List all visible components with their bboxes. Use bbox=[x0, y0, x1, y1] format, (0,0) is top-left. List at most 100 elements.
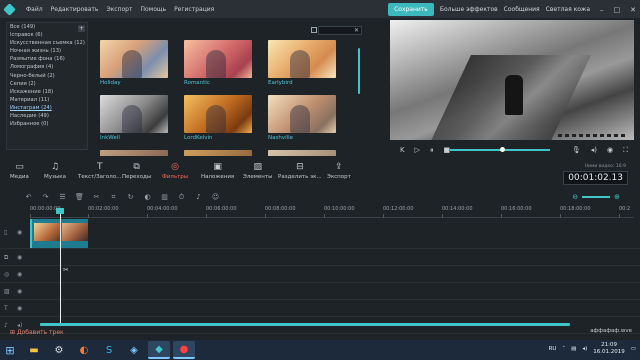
aspect-ratio-label: Ними видео: 16:9 bbox=[584, 164, 626, 169]
menu-file[interactable]: Файл bbox=[26, 6, 43, 13]
filter-thumbnail bbox=[184, 95, 252, 133]
record-voice-icon[interactable]: ☺ bbox=[207, 193, 224, 201]
filter-card[interactable]: Nashville bbox=[268, 95, 338, 141]
video-clip[interactable] bbox=[30, 219, 88, 248]
delete-icon[interactable]: 🗑 bbox=[71, 193, 88, 201]
category-item[interactable]: Черно-белый (2) bbox=[7, 72, 87, 80]
category-item[interactable]: Искусственная съемка (12) bbox=[7, 39, 87, 47]
redo-icon[interactable]: ↷ bbox=[37, 193, 54, 201]
tab-elements[interactable]: ▨ Элементы bbox=[243, 162, 272, 180]
green-screen-icon[interactable]: ▥ bbox=[156, 193, 173, 201]
color-icon[interactable]: ◐ bbox=[139, 193, 156, 201]
snapshot-icon[interactable]: ◉ bbox=[607, 146, 613, 155]
timeline-ruler[interactable]: 00:00:00:00 00:02:00:00 00:04:00:00 00:0… bbox=[30, 206, 634, 218]
more-effects-link[interactable]: Больше эффектов bbox=[440, 6, 498, 13]
zoom-out-icon[interactable]: ⊖ bbox=[572, 193, 578, 201]
category-item[interactable]: Сепия (2) bbox=[7, 80, 87, 88]
clear-search-icon[interactable]: ✕ bbox=[354, 27, 359, 34]
minimize-icon[interactable]: – bbox=[600, 6, 604, 14]
tray-language[interactable]: RU bbox=[549, 346, 557, 352]
start-button-icon[interactable]: ⊞ bbox=[0, 340, 20, 360]
menu-help[interactable]: Помощь bbox=[140, 6, 166, 13]
taskbar-filmora-icon[interactable]: ◆ bbox=[148, 341, 170, 359]
menu-register[interactable]: Регистрация bbox=[174, 6, 214, 13]
light-skin-link[interactable]: Светлая кожа bbox=[546, 6, 590, 13]
scissors-icon[interactable]: ✂ bbox=[63, 266, 69, 274]
menu-export[interactable]: Экспорт bbox=[106, 6, 132, 13]
category-item[interactable]: Ломография (4) bbox=[7, 63, 87, 71]
category-item[interactable]: Искажение (18) bbox=[7, 88, 87, 96]
tab-music[interactable]: ♫ Музыка bbox=[44, 162, 66, 180]
taskbar-recorder-icon[interactable]: ● bbox=[173, 341, 195, 359]
undo-icon[interactable]: ↶ bbox=[20, 193, 37, 201]
category-item[interactable]: Все (149) bbox=[7, 23, 87, 31]
search-input[interactable]: ✕ bbox=[318, 26, 362, 35]
filter-scrollbar[interactable] bbox=[358, 48, 360, 94]
fullscreen-icon[interactable]: ⛶ bbox=[623, 146, 628, 155]
taskbar-explorer-icon[interactable]: ▬ bbox=[23, 341, 45, 359]
close-icon[interactable]: ✕ bbox=[630, 6, 636, 14]
taskbar-app-icon[interactable]: ◈ bbox=[123, 341, 145, 359]
visibility-icon[interactable]: ◉ bbox=[17, 305, 22, 312]
filter-card[interactable]: LordKelvin bbox=[184, 95, 254, 141]
category-item[interactable]: Материал (11) bbox=[7, 96, 87, 104]
filter-card[interactable]: InkWell bbox=[100, 95, 170, 141]
tab-overlays[interactable]: ▣ Наложения bbox=[201, 162, 234, 180]
menu-edit[interactable]: Редактировать bbox=[51, 6, 99, 13]
category-item[interactable]: Ісправок (6) bbox=[7, 31, 87, 39]
speed-icon[interactable]: ⏱ bbox=[173, 193, 190, 202]
visibility-icon[interactable]: ◉ bbox=[17, 254, 22, 261]
zoom-slider[interactable] bbox=[582, 196, 611, 198]
tab-media[interactable]: ▭ Медиа bbox=[10, 162, 29, 180]
cut-icon[interactable]: ✂ bbox=[88, 193, 105, 201]
filter-card[interactable] bbox=[268, 150, 338, 156]
notifications-icon[interactable]: ▭ bbox=[631, 346, 636, 352]
visibility-icon[interactable]: ◉ bbox=[17, 271, 22, 278]
zoom-in-icon[interactable]: ⊕ bbox=[614, 193, 620, 201]
settings-icon[interactable]: ☰ bbox=[54, 193, 71, 201]
tray-clock[interactable]: 21:09 16.01.2019 bbox=[593, 342, 625, 356]
previous-frame-icon[interactable]: K bbox=[400, 146, 405, 154]
tab-text[interactable]: T Текст/Заголо... bbox=[78, 162, 121, 180]
volume-icon[interactable]: ◂) bbox=[591, 146, 597, 155]
category-item[interactable]: Ночная жизнь (13) bbox=[7, 47, 87, 55]
tab-transitions[interactable]: ⧉ Переходы bbox=[122, 162, 151, 180]
category-item[interactable]: Избранное (0) bbox=[7, 120, 87, 128]
filter-card[interactable]: Romantic bbox=[184, 40, 254, 86]
visibility-icon[interactable]: ◉ bbox=[17, 229, 22, 236]
tray-volume-icon[interactable]: ◂) bbox=[582, 346, 587, 352]
microphone-icon[interactable]: 🎙 bbox=[572, 146, 581, 155]
filter-card[interactable]: Holiday bbox=[100, 40, 170, 86]
playhead[interactable] bbox=[60, 208, 61, 323]
preview-progress-handle[interactable] bbox=[500, 147, 505, 152]
text-icon: T bbox=[96, 162, 103, 172]
maximize-icon[interactable]: □ bbox=[614, 6, 621, 14]
taskbar-browser-icon[interactable]: ◐ bbox=[73, 341, 95, 359]
filter-card[interactable] bbox=[100, 150, 170, 156]
add-category-icon[interactable]: + bbox=[78, 25, 85, 32]
timeline-scrollbar[interactable] bbox=[40, 323, 570, 326]
audio-mixer-icon[interactable]: ♪ bbox=[190, 193, 207, 201]
pause-icon[interactable]: ⏸ bbox=[430, 146, 434, 155]
category-item-selected[interactable]: Инстаграм (24) bbox=[7, 104, 87, 112]
filter-card[interactable]: Earlybird bbox=[268, 40, 338, 86]
taskbar-skype-icon[interactable]: S bbox=[98, 341, 120, 359]
grid-view-icon[interactable] bbox=[311, 27, 317, 33]
category-item[interactable]: Размытие фона (16) bbox=[7, 55, 87, 63]
tray-network-icon[interactable]: ▤ bbox=[571, 346, 576, 352]
save-button[interactable]: Сохранить bbox=[388, 3, 434, 16]
crop-icon[interactable]: ⌗ bbox=[105, 193, 122, 202]
rotate-icon[interactable]: ↻ bbox=[122, 193, 139, 201]
category-item[interactable]: Наследие (49) bbox=[7, 112, 87, 120]
messages-link[interactable]: Сообщения bbox=[504, 6, 540, 13]
tab-split-screen[interactable]: ⊟ Разделить эк... bbox=[278, 162, 322, 180]
tab-filters[interactable]: ◎ Фильтры bbox=[162, 162, 188, 180]
play-icon[interactable]: ▷ bbox=[415, 146, 420, 154]
tray-chevron-icon[interactable]: ˄ bbox=[562, 346, 565, 352]
tab-export[interactable]: ⇪ Экспорт bbox=[327, 162, 351, 180]
add-track-button[interactable]: ⊞ Добавить трек bbox=[10, 329, 64, 336]
visibility-icon[interactable]: ◉ bbox=[17, 288, 22, 295]
playhead-handle[interactable] bbox=[56, 208, 64, 214]
filter-card[interactable] bbox=[184, 150, 254, 156]
taskbar-steam-icon[interactable]: ⚙ bbox=[48, 341, 70, 359]
